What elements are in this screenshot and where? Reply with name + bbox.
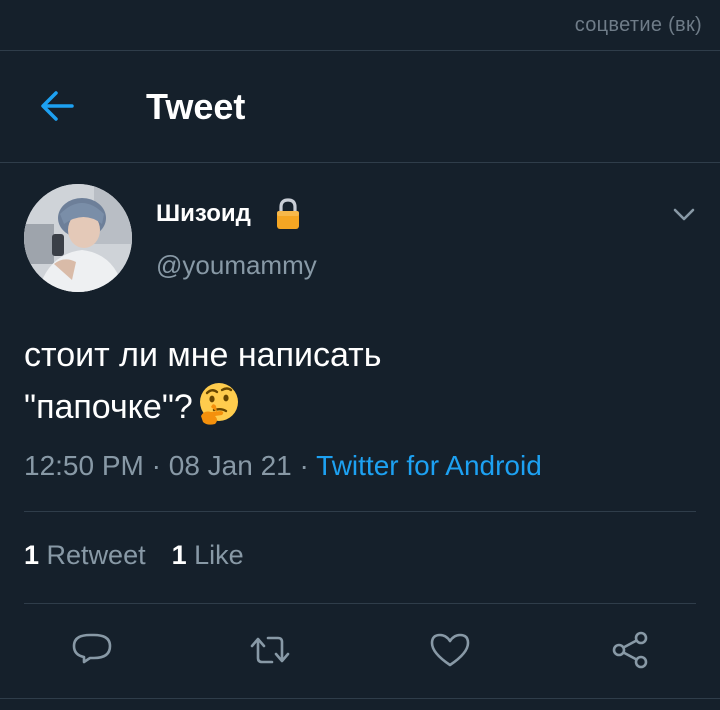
meta-divider <box>24 511 696 512</box>
tweet-text-line-1: стоит ли мне написать <box>24 336 382 374</box>
header-divider <box>0 162 720 163</box>
retweets-stat[interactable]: 1 Retweet <box>24 540 146 570</box>
watermark-text: соцветие (вк) <box>574 14 702 36</box>
user-avatar-image <box>24 184 132 292</box>
thinking-face-emoji-icon <box>199 383 238 425</box>
stats-divider <box>24 603 696 604</box>
display-name[interactable]: Шизоид <box>156 200 251 228</box>
reply-icon <box>72 633 112 664</box>
page-title: Tweet <box>146 86 246 127</box>
retweet-icon <box>250 636 290 664</box>
tweet-meta: 12:50 PM · 08 Jan 21 · Twitter for Andro… <box>24 450 542 482</box>
meta-separator: · <box>143 450 169 481</box>
likes-stat[interactable]: 1 Like <box>172 540 244 570</box>
tweet-stats: 1 Retweet 1 Like <box>24 540 270 571</box>
tweet-text: стоит ли мне написать "папочке"? <box>24 330 684 432</box>
arrow-left-icon <box>41 91 74 121</box>
reply-button[interactable] <box>70 628 114 672</box>
tweet-text-line-2: "папочке"? <box>24 380 684 432</box>
likes-count: 1 <box>171 540 187 570</box>
tweet-date: 08 Jan 21 <box>168 450 292 481</box>
chevron-down-icon <box>673 208 695 221</box>
lock-icon <box>271 197 305 231</box>
avatar[interactable] <box>24 184 132 292</box>
tweet-client-link[interactable]: Twitter for Android <box>316 450 542 481</box>
tweet-text-line-2-text: "папочке"? <box>24 388 193 426</box>
retweet-button[interactable] <box>248 628 292 672</box>
header-bar: Tweet <box>0 50 720 162</box>
likes-label: Like <box>194 540 244 570</box>
retweets-label: Retweet <box>46 540 146 570</box>
meta-separator: · <box>291 450 317 481</box>
share-button[interactable] <box>608 628 652 672</box>
tweet-time: 12:50 PM <box>24 450 144 481</box>
like-button[interactable] <box>428 628 472 672</box>
bottom-divider <box>0 698 720 699</box>
tweet-menu-button[interactable] <box>670 200 698 228</box>
like-icon <box>430 633 470 667</box>
share-icon <box>612 631 648 669</box>
retweets-count: 1 <box>24 540 40 570</box>
back-button[interactable] <box>34 86 78 126</box>
user-handle[interactable]: @youmammy <box>156 250 317 281</box>
